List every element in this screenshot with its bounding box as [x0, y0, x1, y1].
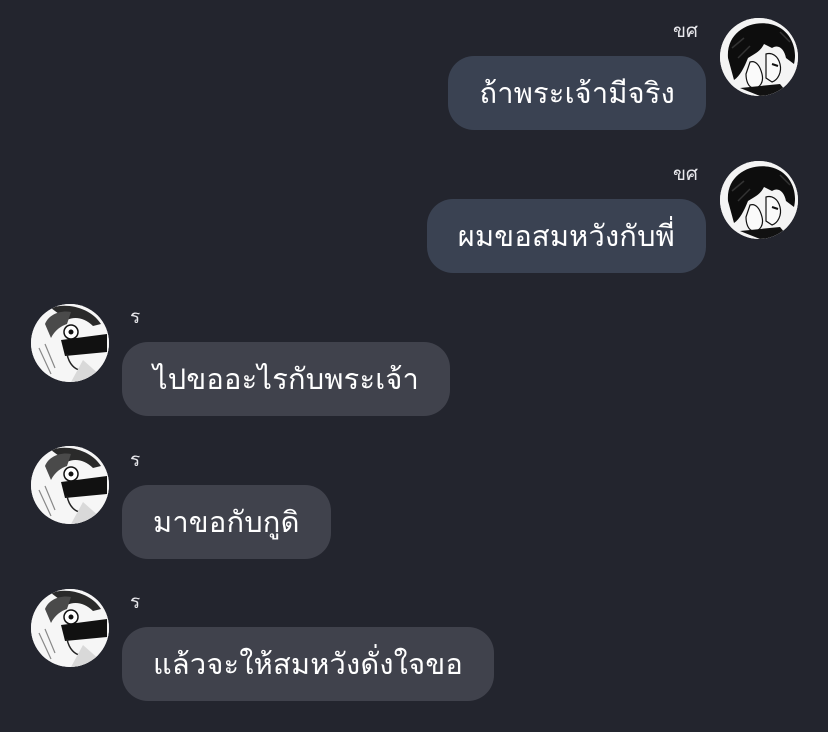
avatar-image — [720, 161, 798, 239]
avatar-image — [720, 18, 798, 96]
avatar-image — [31, 446, 109, 524]
message-bubble[interactable]: แล้วจะให้สมหวังดั่งใจขอ — [122, 627, 494, 701]
avatar-image — [31, 304, 109, 382]
avatar-manga-face-icon[interactable] — [31, 304, 109, 382]
avatar-dark-hair-manga-icon[interactable] — [720, 18, 798, 96]
sender-name: ร — [130, 449, 141, 471]
avatar-image — [31, 589, 109, 667]
message-bubble[interactable]: มาขอกับกูดิ — [122, 485, 331, 559]
avatar-dark-hair-manga-icon[interactable] — [720, 161, 798, 239]
avatar-manga-face-icon[interactable] — [31, 589, 109, 667]
message-bubble[interactable]: ไปขออะไรกับพระเจ้า — [122, 342, 451, 416]
sender-name: ร — [130, 306, 141, 328]
sender-name: ขศ — [672, 20, 698, 42]
sender-name: ร — [130, 591, 141, 613]
message-bubble[interactable]: ผมขอสมหวังกับพี่ — [426, 199, 706, 273]
message-bubble[interactable]: ถ้าพระเจ้ามีจริง — [448, 56, 706, 130]
sender-name: ขศ — [672, 163, 698, 185]
avatar-manga-face-icon[interactable] — [31, 446, 109, 524]
